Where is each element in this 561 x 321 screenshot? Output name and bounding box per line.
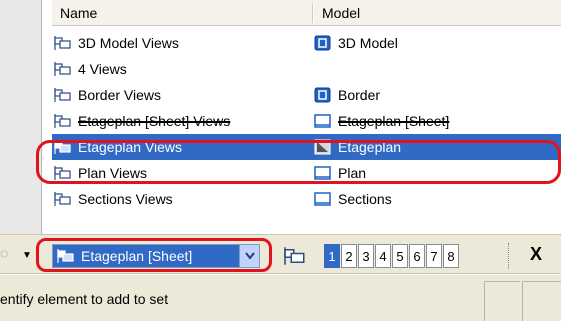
view-group-icon [54,140,71,154]
view-group-icon [54,62,71,76]
view-5-button[interactable]: 5 [392,244,408,268]
view-group-name: Plan Views [78,165,148,181]
list-item[interactable]: Etageplan [Sheet] Views Etageplan [Sheet… [52,108,561,134]
list-item[interactable]: Border Views Border [52,82,561,108]
view-8-button[interactable]: 8 [443,244,459,268]
status-prompt: entify element to add to set [0,291,169,307]
view-group-icon [54,166,71,180]
view-3-button[interactable]: 3 [358,244,374,268]
view-group-name: Etageplan [Sheet] Views [78,113,231,129]
sheet-model-icon [314,192,331,206]
column-header-name[interactable]: Name [60,5,97,21]
view-group-icon [57,249,74,263]
column-separator[interactable] [312,3,314,23]
model-name: Etageplan [338,139,402,155]
close-icon[interactable]: X [530,244,542,265]
view-group-name: Sections Views [78,191,173,207]
combo-dropdown-button[interactable] [239,245,259,267]
view-2-button[interactable]: 2 [341,244,357,268]
view-group-icon [54,88,71,102]
status-pane [522,281,561,321]
combo-value: Etageplan [Sheet] [81,248,193,264]
status-bar: entify element to add to set [0,275,561,321]
column-header-model[interactable]: Model [322,5,360,21]
view-group-name: 3D Model Views [78,35,179,51]
view-group-icon [54,114,71,128]
sheet-model-icon [314,166,331,180]
view-group-name: 4 Views [78,61,127,77]
view-number-buttons: 1 2 3 4 5 6 7 8 [324,244,460,268]
status-pane [484,281,520,321]
list-item[interactable]: Plan Views Plan [52,160,561,186]
view-groups-toolbar: ◌ ▼ Etageplan [Sheet] 1 2 3 4 5 6 7 8 X [0,234,561,274]
view-4-button[interactable]: 4 [375,244,391,268]
model-name: Sections [338,191,392,207]
view-group-icon [284,247,305,265]
dropdown-arrow-icon[interactable]: ▼ [22,250,32,261]
model-name: 3D Model [338,35,398,51]
list-header: Name Model [52,0,561,26]
list-item[interactable]: 3D Model Views 3D Model [52,30,561,56]
model-name: Border [338,87,381,103]
list-item[interactable]: 4 Views [52,56,561,82]
chevron-down-icon [244,252,255,260]
view-6-button[interactable]: 6 [409,244,425,268]
toolbar-grip[interactable] [508,243,511,269]
view-group-name: Etageplan Views [78,139,183,155]
model-3d-icon [314,35,331,51]
view-7-button[interactable]: 7 [426,244,442,268]
view-group-icon [54,36,71,50]
view-group-icon [54,192,71,206]
view-sets-list[interactable]: Name Model 3D Model Views 3D Model 4 Vie… [42,0,561,234]
drawing-model-icon [314,139,331,155]
view-group-name: Border Views [78,87,162,103]
view-groups-button[interactable] [280,244,310,268]
model-name: Etageplan [Sheet] [338,113,450,129]
view-group-combo[interactable]: Etageplan [Sheet] [52,244,260,268]
left-panel-edge [0,0,42,234]
model-3d-icon [314,87,331,103]
toolbar-partial-icon: ◌ [0,245,9,261]
list-rows: 3D Model Views 3D Model 4 Views Border V… [52,30,561,212]
view-1-button[interactable]: 1 [324,244,340,268]
sheet-model-icon [314,114,331,128]
list-item[interactable]: Sections Views Sections [52,186,561,212]
model-name: Plan [338,165,367,181]
list-item-selected[interactable]: Etageplan Views Etageplan [52,134,561,160]
